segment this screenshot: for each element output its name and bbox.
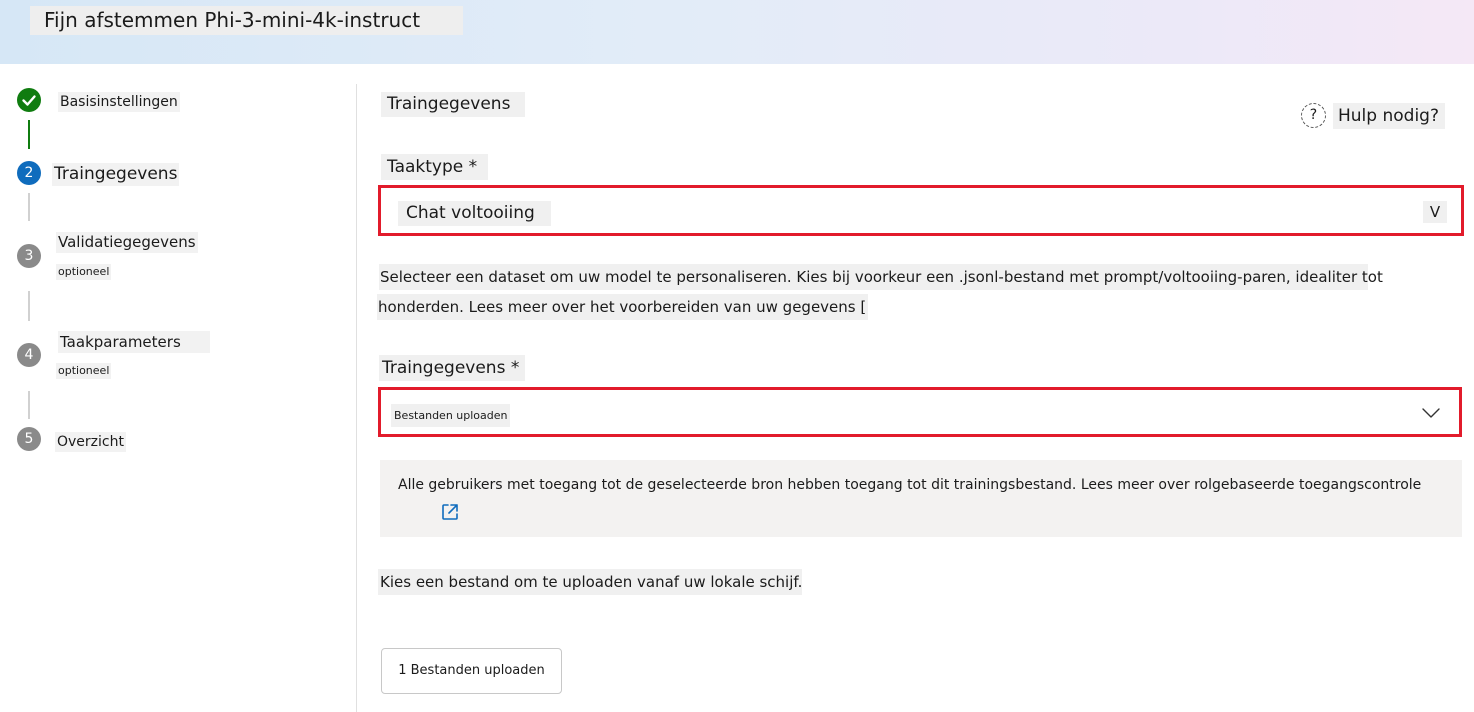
step-5-number: 5 <box>17 427 41 451</box>
step-3-label[interactable]: Validatiegegevens <box>56 232 198 253</box>
task-type-dropdown[interactable]: Chat voltooiing V <box>378 185 1464 236</box>
upload-files-button[interactable]: 1 Bestanden uploaden <box>381 648 562 694</box>
step-1-label[interactable]: Basisinstellingen <box>58 92 180 112</box>
open-external-icon[interactable] <box>440 502 460 522</box>
page-title: Fijn afstemmen Phi-3-mini-4k-instruct <box>30 6 463 35</box>
step-connector <box>28 193 30 221</box>
access-info-text: Alle gebruikers met toegang tot de gesel… <box>398 477 1422 493</box>
task-type-value: Chat voltooiing <box>398 201 551 226</box>
step-2-label[interactable]: Traingegevens <box>52 163 180 186</box>
step-connector <box>28 291 30 321</box>
step-connector <box>28 391 30 419</box>
page-header: Fijn afstemmen Phi-3-mini-4k-instruct <box>0 0 1474 64</box>
step-5-label[interactable]: Overzicht <box>55 432 126 452</box>
chevron-down-icon: V <box>1423 201 1447 223</box>
dataset-description-line2: honderden. Lees meer over het voorbereid… <box>377 294 868 320</box>
step-3-optional: optioneel <box>56 264 112 280</box>
help-icon: ? <box>1301 103 1326 128</box>
section-title: Traingegevens <box>381 92 525 117</box>
training-data-label: Traingegevens * <box>379 355 525 381</box>
step-4-number: 4 <box>17 343 41 367</box>
dataset-description-line1: Selecteer een dataset om uw model te per… <box>379 264 1383 290</box>
panel-divider <box>356 84 357 712</box>
step-1-check-icon <box>17 88 41 112</box>
access-info-banner: Alle gebruikers met toegang tot de gesel… <box>380 460 1462 537</box>
training-data-value: Bestanden uploaden <box>391 404 510 427</box>
step-4-optional: optioneel <box>56 363 112 379</box>
help-link[interactable]: ? Hulp nodig? <box>1301 101 1445 129</box>
task-type-label: Taaktype * <box>381 154 488 180</box>
help-label: Hulp nodig? <box>1333 103 1445 129</box>
step-connector <box>28 120 30 149</box>
step-3-number: 3 <box>17 244 41 268</box>
chevron-down-icon <box>1421 405 1441 419</box>
step-2-number: 2 <box>17 161 41 185</box>
training-data-dropdown[interactable]: Bestanden uploaden <box>378 387 1462 437</box>
step-4-label[interactable]: Taakparameters <box>58 331 210 353</box>
choose-file-text: Kies een bestand om te uploaden vanaf uw… <box>378 569 802 595</box>
